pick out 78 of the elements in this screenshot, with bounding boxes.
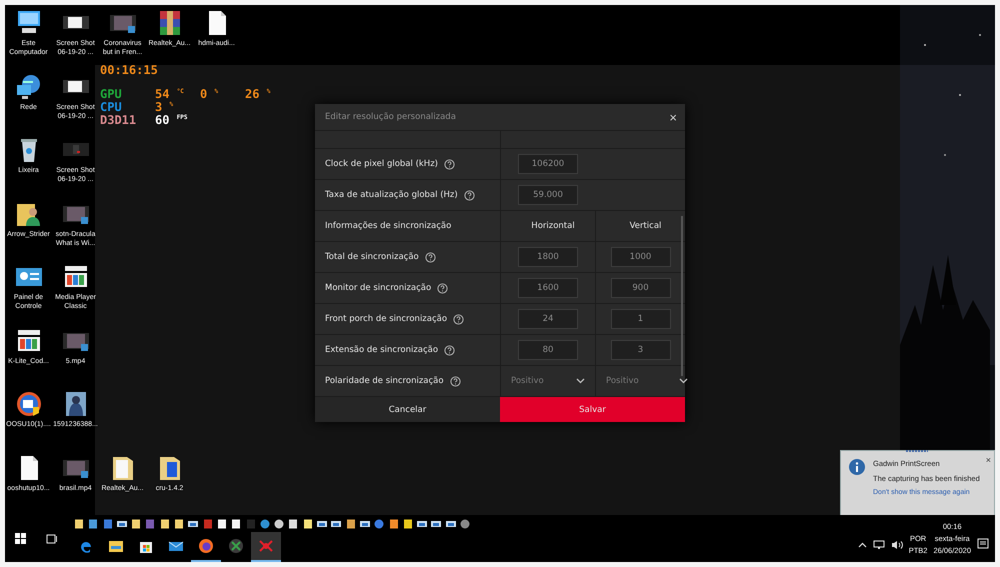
input-field[interactable]: 59.000	[518, 185, 578, 205]
stat-value: 54 $^{°C}$	[155, 87, 184, 101]
launcher-icon[interactable]	[402, 518, 413, 528]
taskbar-app[interactable]	[251, 532, 281, 562]
field-label: Polaridade de sincronização	[325, 376, 444, 386]
close-button[interactable]: ×	[986, 455, 991, 465]
info-icon	[849, 459, 865, 475]
browser-icon[interactable]	[198, 538, 214, 554]
input-field[interactable]: 3	[610, 340, 670, 360]
launcher-icon[interactable]	[431, 518, 442, 528]
launcher-icon[interactable]	[160, 518, 170, 528]
launcher-icon[interactable]	[388, 518, 399, 528]
chevron-down-icon	[679, 378, 688, 384]
launcher-icon[interactable]	[417, 518, 428, 528]
launcher-icon[interactable]	[274, 518, 284, 528]
column-header: Vertical	[630, 221, 662, 231]
section-label: Informações de sincronização	[325, 221, 452, 231]
drag-handle	[906, 450, 928, 452]
help-icon[interactable]	[450, 376, 461, 386]
launcher-icon[interactable]	[116, 518, 127, 528]
launcher-icon[interactable]	[88, 518, 98, 528]
stat-value: 0 $^{%}$	[200, 87, 218, 101]
cancel-button[interactable]: Cancelar	[315, 397, 500, 422]
task-view-icon[interactable]	[46, 534, 57, 544]
close-button[interactable]: ×	[669, 110, 677, 124]
launcher-icon[interactable]	[131, 518, 142, 528]
folder-icon[interactable]	[108, 538, 124, 554]
help-icon[interactable]	[453, 314, 464, 324]
stat-label: D3D11	[100, 113, 136, 127]
help-icon[interactable]	[444, 158, 455, 170]
stat-value: 3 $^{%}$	[155, 100, 174, 114]
field-label: Clock de pixel global (kHz)	[325, 159, 438, 169]
launcher-icon[interactable]	[346, 518, 356, 528]
dialog-title: Editar resolução personalizada	[325, 112, 456, 122]
field-label: Extensão de sincronização	[325, 345, 438, 355]
app-icon[interactable]	[258, 538, 274, 554]
launcher-icon[interactable]	[288, 518, 298, 528]
stat-label: CPU	[100, 100, 122, 114]
stat-label: GPU	[100, 87, 122, 101]
help-icon[interactable]	[424, 252, 436, 262]
input-field[interactable]: 80	[518, 340, 578, 360]
help-icon[interactable]	[437, 282, 448, 294]
column-header: Horizontal	[531, 221, 575, 231]
help-icon[interactable]	[464, 190, 475, 200]
input-field[interactable]: 24	[518, 309, 578, 329]
launcher-icon[interactable]	[331, 518, 342, 528]
launcher-icon[interactable]	[360, 518, 370, 528]
launcher-icon[interactable]	[317, 518, 328, 528]
timer-text: 00:16:15	[100, 63, 159, 77]
speaker-icon[interactable]	[890, 540, 903, 550]
launcher-icon[interactable]	[216, 518, 227, 528]
stat-value: 26 $^{%}$	[245, 87, 270, 101]
launcher-icon[interactable]	[188, 518, 198, 528]
field-label: Monitor de sincronização	[325, 283, 432, 293]
launcher-icon[interactable]	[231, 518, 242, 528]
input-field[interactable]: 106200	[518, 154, 578, 174]
field-label: Total de sincronização	[325, 252, 419, 262]
launcher-icon[interactable]	[74, 518, 84, 528]
save-button[interactable]: Salvar	[500, 397, 685, 422]
launcher-icon[interactable]	[302, 518, 313, 528]
stat-value: 60 $^{FPS}$	[155, 113, 188, 127]
launcher-icon[interactable]	[260, 518, 270, 528]
input-field[interactable]: 1600	[518, 278, 578, 298]
network-icon[interactable]	[872, 540, 885, 550]
launcher-icon[interactable]	[174, 518, 184, 528]
input-field[interactable]: 1	[610, 309, 670, 329]
chevron-up-icon[interactable]	[858, 542, 867, 548]
input-field[interactable]: 1800	[518, 247, 578, 267]
field-label: Taxa de atualização global (Hz)	[325, 190, 458, 200]
launcher-icon[interactable]	[460, 518, 470, 528]
launcher-icon[interactable]	[446, 518, 456, 528]
input-field[interactable]: 1000	[610, 247, 670, 267]
chevron-down-icon	[576, 378, 585, 384]
help-icon[interactable]	[444, 344, 456, 356]
input-field[interactable]: 900	[610, 278, 670, 298]
field-label: Front porch de sincronização	[325, 314, 448, 324]
start-icon[interactable]	[15, 533, 26, 544]
notifications-icon[interactable]	[977, 538, 989, 550]
